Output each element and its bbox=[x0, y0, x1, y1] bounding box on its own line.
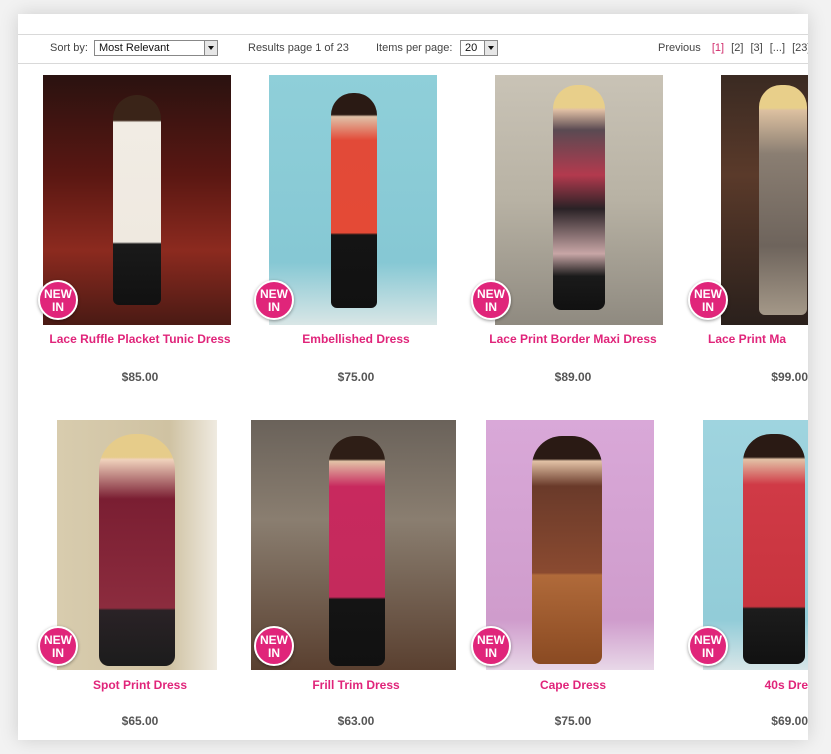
badge-line-2: IN bbox=[485, 300, 497, 314]
badge-line-1: NEW bbox=[44, 287, 72, 301]
product-title-link[interactable]: Lace Print Border Maxi Dress bbox=[473, 332, 673, 347]
new-in-badge: NEW IN bbox=[471, 280, 511, 320]
badge-line-2: IN bbox=[52, 300, 64, 314]
model-figure bbox=[99, 434, 175, 666]
model-figure bbox=[329, 436, 385, 666]
product-price: $75.00 bbox=[337, 370, 375, 384]
badge-line-1: NEW bbox=[477, 287, 505, 301]
product-image[interactable] bbox=[486, 420, 654, 670]
new-in-badge: NEW IN bbox=[254, 626, 294, 666]
badge-line-1: NEW bbox=[260, 633, 288, 647]
badge-line-1: NEW bbox=[694, 287, 722, 301]
results-page-text: Results page 1 of 23 bbox=[248, 42, 349, 54]
product-title-link[interactable]: Lace Ruffle Placket Tunic Dress bbox=[40, 332, 240, 347]
page-link-ellipsis[interactable]: [...] bbox=[770, 42, 785, 54]
product-title-link[interactable]: Lace Print Ma bbox=[708, 332, 808, 347]
sort-by-select[interactable]: Most Relevant bbox=[94, 40, 218, 56]
product-title-link[interactable]: Spot Print Dress bbox=[40, 678, 240, 693]
previous-page-link[interactable]: Previous bbox=[658, 42, 701, 54]
chevron-down-icon[interactable] bbox=[484, 41, 497, 55]
model-figure bbox=[553, 85, 605, 310]
items-per-page-value: 20 bbox=[465, 42, 478, 54]
badge-line-1: NEW bbox=[477, 633, 505, 647]
product-price: $99.00 bbox=[771, 370, 808, 384]
model-figure bbox=[532, 436, 602, 664]
badge-line-2: IN bbox=[485, 646, 497, 660]
product-listing-frame: Sort by: Most Relevant Results page 1 of… bbox=[18, 14, 808, 740]
product-title-link[interactable]: Embellished Dress bbox=[256, 332, 456, 347]
badge-line-2: IN bbox=[702, 646, 714, 660]
product-price: $69.00 bbox=[771, 714, 808, 728]
page-link-23[interactable]: [23] bbox=[792, 42, 808, 54]
badge-line-1: NEW bbox=[260, 287, 288, 301]
items-per-page-select[interactable]: 20 bbox=[460, 40, 498, 56]
listing-toolbar: Sort by: Most Relevant Results page 1 of… bbox=[18, 34, 808, 64]
new-in-badge: NEW IN bbox=[38, 280, 78, 320]
model-figure bbox=[743, 434, 805, 664]
badge-line-1: NEW bbox=[694, 633, 722, 647]
product-image[interactable] bbox=[57, 420, 217, 670]
product-price: $85.00 bbox=[121, 370, 159, 384]
items-per-page-label: Items per page: bbox=[376, 42, 453, 54]
product-title-link[interactable]: Frill Trim Dress bbox=[256, 678, 456, 693]
badge-line-2: IN bbox=[52, 646, 64, 660]
new-in-badge: NEW IN bbox=[688, 280, 728, 320]
model-figure bbox=[113, 95, 161, 305]
page-link-2[interactable]: [2] bbox=[731, 42, 743, 54]
product-price: $65.00 bbox=[121, 714, 159, 728]
sort-by-value: Most Relevant bbox=[99, 42, 170, 54]
page-link-1[interactable]: [1] bbox=[712, 42, 724, 54]
model-figure bbox=[759, 85, 807, 315]
product-image[interactable] bbox=[495, 75, 663, 325]
badge-line-2: IN bbox=[268, 646, 280, 660]
new-in-badge: NEW IN bbox=[254, 280, 294, 320]
badge-line-2: IN bbox=[702, 300, 714, 314]
product-title-link[interactable]: Cape Dress bbox=[473, 678, 673, 693]
model-figure bbox=[331, 93, 377, 308]
pagination: Previous [1] [2] [3] [...] [23] N bbox=[658, 42, 808, 54]
product-image[interactable] bbox=[269, 75, 437, 325]
badge-line-1: NEW bbox=[44, 633, 72, 647]
badge-line-2: IN bbox=[268, 300, 280, 314]
product-price: $89.00 bbox=[554, 370, 592, 384]
sort-by-label: Sort by: bbox=[50, 42, 88, 54]
new-in-badge: NEW IN bbox=[471, 626, 511, 666]
product-price: $75.00 bbox=[554, 714, 592, 728]
new-in-badge: NEW IN bbox=[38, 626, 78, 666]
page-link-3[interactable]: [3] bbox=[750, 42, 762, 54]
product-title-link[interactable]: 40s Dre bbox=[708, 678, 808, 693]
new-in-badge: NEW IN bbox=[688, 626, 728, 666]
chevron-down-icon[interactable] bbox=[204, 41, 217, 55]
product-image[interactable] bbox=[721, 75, 808, 325]
product-price: $63.00 bbox=[337, 714, 375, 728]
